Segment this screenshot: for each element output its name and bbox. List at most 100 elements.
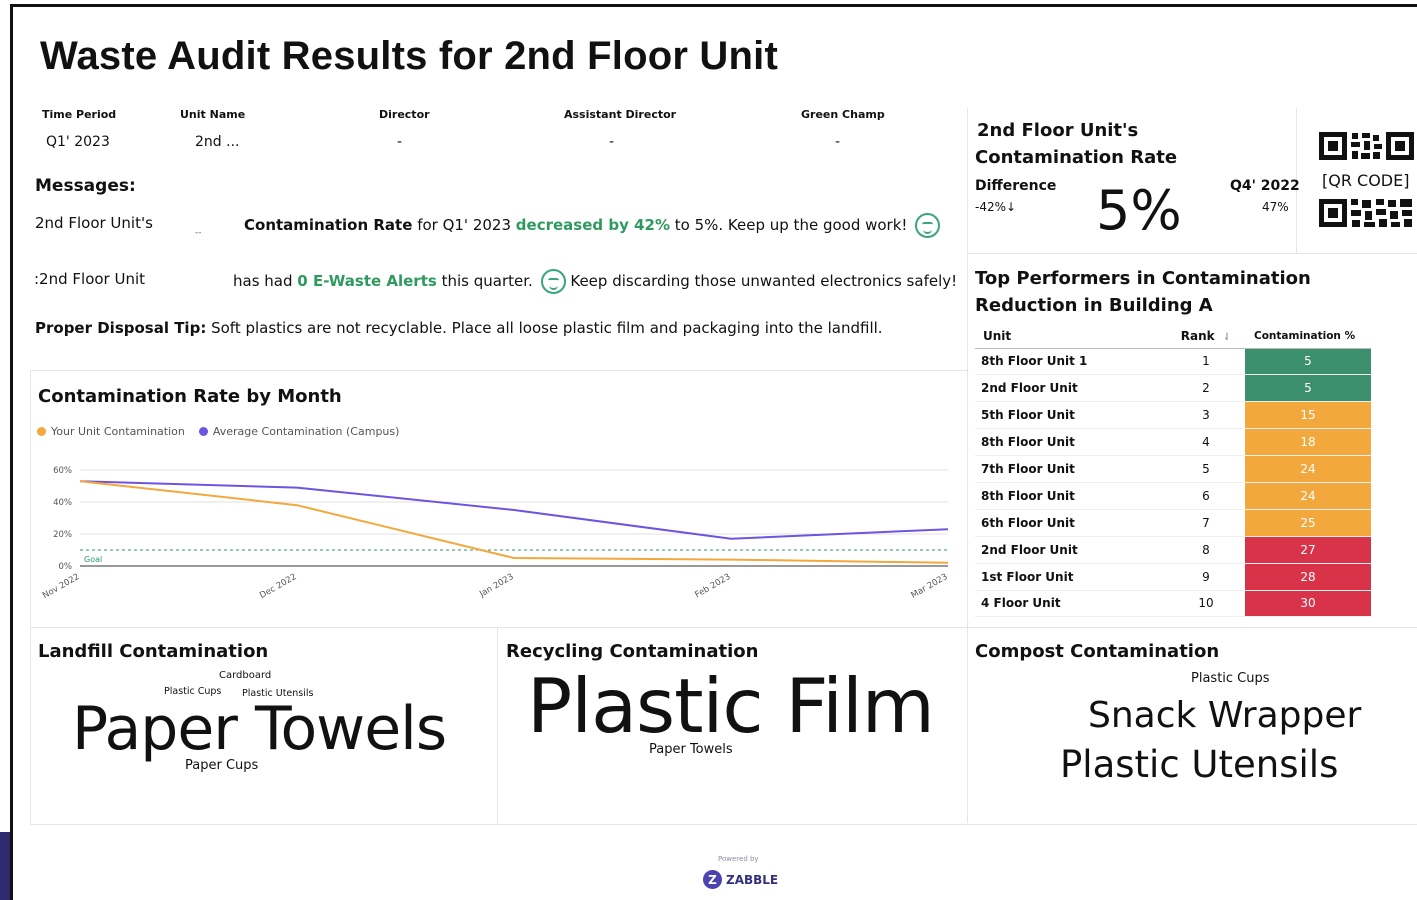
table-row[interactable]: 8th Floor Unit 6 24 <box>975 482 1371 510</box>
legend-label: Your Unit Contamination <box>51 425 185 438</box>
page-title: Waste Audit Results for 2nd Floor Unit <box>40 34 778 78</box>
kpi-title: 2nd Floor Unit's Contamination Rate <box>975 117 1177 171</box>
msg2-tail: Keep discarding those unwanted electroni… <box>570 272 958 290</box>
msg1-unit: 2nd Floor Unit's <box>35 214 153 232</box>
unit-name-value: 2nd ... <box>195 134 240 150</box>
table-cell-rank: 6 <box>1167 482 1245 510</box>
table-row[interactable]: 5th Floor Unit 3 15 <box>975 401 1371 430</box>
table-cell-contamination: 15 <box>1245 401 1371 430</box>
difference-value: -42%↓ <box>975 200 1017 214</box>
column-header-rank-label: Rank <box>1180 328 1215 343</box>
table-row[interactable]: 8th Floor Unit 4 18 <box>975 428 1371 457</box>
legend-item-your-unit[interactable]: Your Unit Contamination <box>37 425 185 438</box>
table-row[interactable]: 8th Floor Unit 115 <box>975 348 1371 376</box>
director-label: Director <box>379 108 430 121</box>
word-cardboard: Cardboard <box>219 670 272 681</box>
msg1-mid: for Q1' 2023 <box>417 216 511 234</box>
msg1-green: decreased by 42% <box>515 216 670 234</box>
word-paper-towels-small: Paper Towels <box>649 742 733 757</box>
msg2-unit: :2nd Floor Unit <box>34 270 146 288</box>
divider <box>497 628 498 825</box>
zabble-icon: Z <box>703 870 722 889</box>
column-header-rank[interactable]: Rank ⇃ <box>1167 324 1245 349</box>
sort-icon[interactable]: ⇃ <box>1223 332 1231 343</box>
chart-title: Contamination Rate by Month <box>38 386 342 407</box>
x-tick-label: Mar 2023 <box>910 572 950 601</box>
divider <box>30 627 1417 628</box>
landfill-title: Landfill Contamination <box>38 641 269 662</box>
word-snack-wrapper: Snack Wrapper <box>1088 695 1362 736</box>
table-cell-unit: 8th Floor Unit <box>975 482 1167 510</box>
y-tick-label: 0% <box>59 562 73 572</box>
qr-code-icon <box>1319 199 1412 227</box>
table-cell-unit: 8th Floor Unit <box>975 428 1167 457</box>
word-plastic-utensils-compost: Plastic Utensils <box>1060 743 1339 786</box>
table-cell-unit: 2nd Floor Unit <box>975 374 1167 403</box>
table-cell-unit: 2nd Floor Unit <box>975 536 1167 564</box>
table-row[interactable]: 1st Floor Unit 9 28 <box>975 563 1371 591</box>
goal-label: Goal <box>84 555 102 564</box>
table-cell-rank: 3 <box>1167 401 1245 430</box>
x-tick-label: Dec 2022 <box>258 572 298 601</box>
table-cell-rank: 9 <box>1167 563 1245 591</box>
legend-label: Average Contamination (Campus) <box>212 425 400 438</box>
divider <box>30 370 967 371</box>
column-header-contamination[interactable]: Contamination % <box>1245 324 1371 349</box>
legend-dot <box>198 427 208 436</box>
powered-by: Powered by <box>718 855 759 863</box>
table-header-row: Unit Rank ⇃ Contamination % <box>975 324 1371 349</box>
series-line-campus <box>79 480 949 540</box>
tip-bold: Proper Disposal Tip: <box>35 319 207 337</box>
brand-name: ZABBLE <box>726 872 779 887</box>
contamination-rate-value: 5% <box>1096 179 1182 242</box>
unit-name-label: Unit Name <box>180 108 246 121</box>
compost-title: Compost Contamination <box>975 641 1220 662</box>
table-cell-unit: 4 Floor Unit <box>975 590 1167 618</box>
table-cell-unit: 8th Floor Unit 1 <box>975 348 1167 376</box>
table-cell-contamination: 28 <box>1245 563 1371 591</box>
table-cell-rank: 1 <box>1167 348 1245 376</box>
y-tick-label: 60% <box>53 466 72 476</box>
prev-quarter-value: 47% <box>1262 200 1289 214</box>
table-row[interactable]: 2nd Floor Unit 2 5 <box>975 374 1371 403</box>
legend-item-campus[interactable]: Average Contamination (Campus) <box>198 425 400 438</box>
x-tick-label: Nov 2022 <box>41 572 81 601</box>
kpi-title-line2: Contamination Rate <box>975 147 1178 168</box>
table-cell-contamination: 18 <box>1245 428 1371 457</box>
table-row[interactable]: 6th Floor Unit 7 25 <box>975 509 1371 537</box>
qr-code-icon <box>1319 132 1414 160</box>
word-plastic-cups-compost: Plastic Cups <box>1191 671 1270 686</box>
tip-text: Soft plastics are not recyclable. Place … <box>211 319 883 337</box>
word-paper-cups: Paper Cups <box>185 758 259 773</box>
table-cell-unit: 7th Floor Unit <box>975 455 1167 483</box>
message-contamination: Contamination Rate for Q1' 2023 decrease… <box>244 213 941 238</box>
table-cell-unit: 5th Floor Unit <box>975 401 1167 430</box>
table-cell-contamination: 27 <box>1245 536 1371 564</box>
table-row[interactable]: 7th Floor Unit 5 24 <box>975 455 1371 483</box>
table-cell-contamination: 24 <box>1245 482 1371 510</box>
brand-logo[interactable]: Z ZABBLE <box>703 870 778 889</box>
director-value: - <box>397 134 403 150</box>
table-cell-contamination: 5 <box>1245 348 1371 376</box>
green-champ-value: - <box>835 134 841 150</box>
table-row[interactable]: 4 Floor Unit 10 30 <box>975 590 1371 618</box>
divider <box>967 108 968 823</box>
chart-legend: Your Unit Contamination Average Contamin… <box>37 425 399 438</box>
table-row[interactable]: 2nd Floor Unit 8 27 <box>975 536 1371 564</box>
msg2-pre: has had <box>233 272 293 290</box>
legend-dot <box>37 427 46 436</box>
table-cell-rank: 10 <box>1167 590 1245 618</box>
assistant-director-value: - <box>609 134 615 150</box>
table-cell-unit: 1st Floor Unit <box>975 563 1167 591</box>
y-tick-label: 40% <box>53 498 72 508</box>
table-cell-rank: 5 <box>1167 455 1245 483</box>
prev-quarter-label: Q4' 2022 <box>1230 178 1300 194</box>
contamination-line-chart: 0% 20% 40% 60% GoalNov 2022 Dec 2022 Jan 2023 F… <box>41 466 950 601</box>
x-tick-label: Jan 2023 <box>477 572 515 600</box>
top-performers-title: Top Performers in Contamination Reductio… <box>975 268 1311 316</box>
side-accent <box>0 832 10 900</box>
top-performers-table: Unit Rank ⇃ Contamination % 8th Floor Un… <box>975 324 1371 618</box>
table-cell-contamination: 25 <box>1245 509 1371 537</box>
column-header-unit[interactable]: Unit <box>975 324 1167 349</box>
series-line-your-unit <box>79 480 949 564</box>
